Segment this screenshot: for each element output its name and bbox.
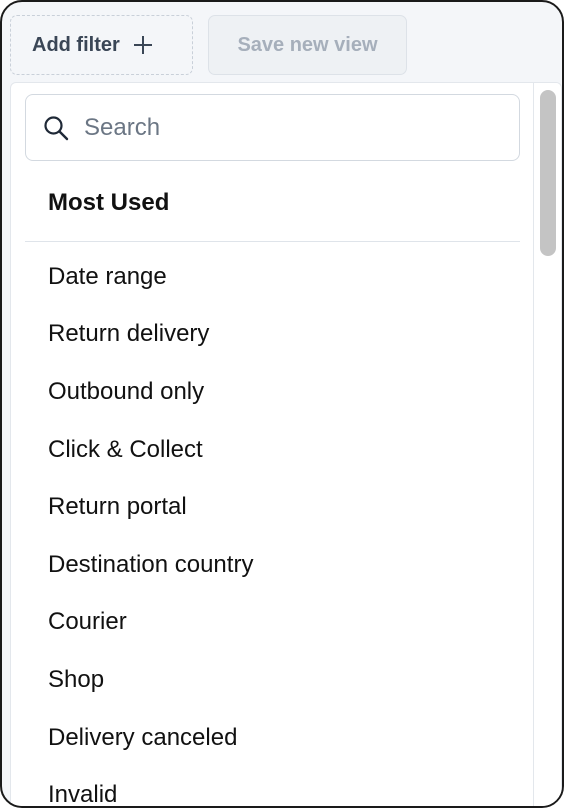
filter-option[interactable]: Return delivery — [11, 306, 533, 364]
divider — [25, 241, 520, 242]
add-filter-button[interactable]: Add filter — [10, 15, 193, 75]
filter-option[interactable]: Shop — [11, 651, 533, 709]
filter-option[interactable]: Delivery canceled — [11, 709, 533, 767]
filter-option[interactable]: Invalid — [11, 766, 533, 806]
toolbar: Add filter Save new view — [2, 2, 562, 82]
search-icon — [44, 115, 69, 140]
section-title-most-used: Most Used — [48, 189, 170, 216]
plus-icon — [133, 36, 152, 54]
filter-list: Date range Return delivery Outbound only Cl… — [11, 248, 533, 806]
search-box — [25, 94, 520, 161]
scrollbar-track[interactable] — [533, 83, 561, 806]
scrollbar-thumb[interactable] — [540, 90, 556, 256]
filter-option[interactable]: Click & Collect — [11, 421, 533, 479]
filter-option[interactable]: Return portal — [11, 478, 533, 536]
filter-option[interactable]: Courier — [11, 594, 533, 652]
filter-option[interactable]: Outbound only — [11, 363, 533, 421]
filter-panel: Add filter Save new view Most Used Date … — [0, 0, 564, 808]
add-filter-label: Add filter — [32, 33, 120, 56]
filter-option[interactable]: Destination country — [11, 536, 533, 594]
save-new-view-button[interactable]: Save new view — [208, 15, 407, 75]
filter-option[interactable]: Date range — [11, 248, 533, 306]
search-input[interactable] — [84, 107, 504, 148]
save-new-view-label: Save new view — [237, 33, 378, 56]
filter-dropdown: Most Used Date rangeReturn deliveryOutbo… — [10, 82, 562, 806]
